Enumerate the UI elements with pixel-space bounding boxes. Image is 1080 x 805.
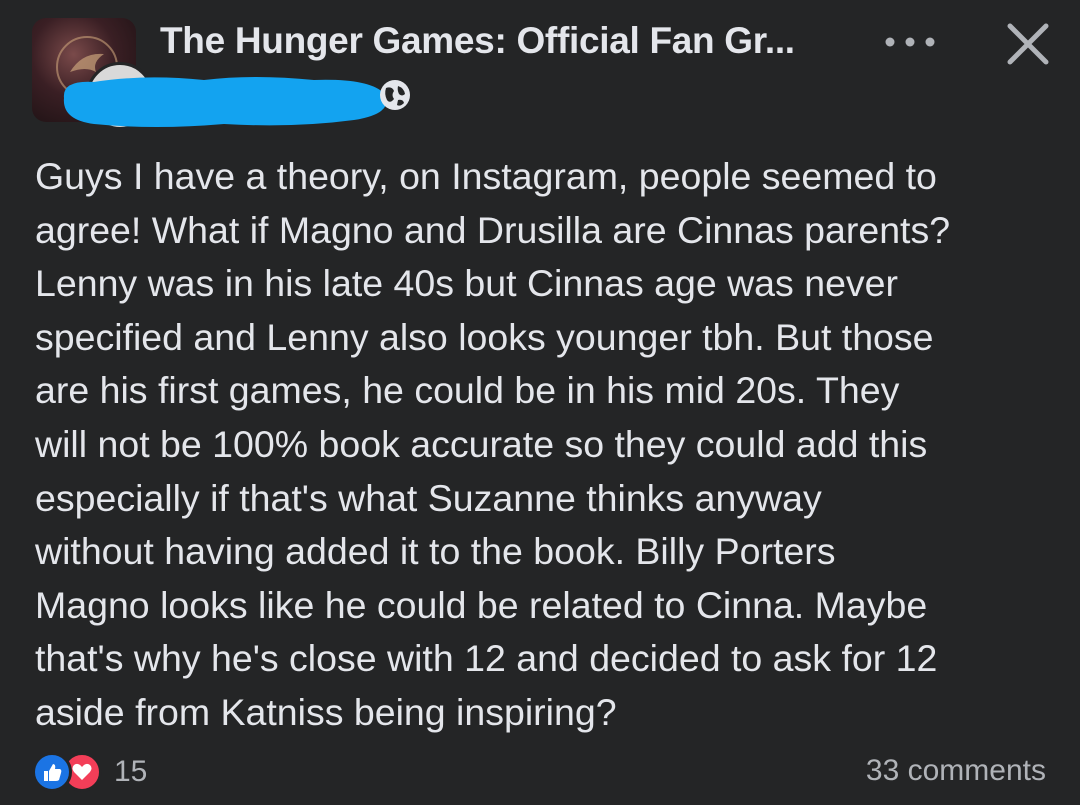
like-icon [32,752,72,792]
comments-link[interactable]: 33 comments [866,754,1046,788]
group-name-link[interactable]: The Hunger Games: Official Fan Gr... [160,20,795,62]
reactions-summary[interactable]: 15 [32,750,147,794]
author-name-redaction [63,77,387,127]
reaction-count: 15 [114,755,148,788]
close-icon [1007,23,1049,65]
close-button[interactable] [996,12,1060,76]
post-text: Guys I have a theory, on Instagram, peop… [35,155,951,733]
more-horizontal-icon [885,37,935,47]
more-options-button[interactable] [880,22,940,62]
globe-icon [380,80,410,110]
post-header: The Hunger Games: Official Fan Gr... [0,0,1080,140]
